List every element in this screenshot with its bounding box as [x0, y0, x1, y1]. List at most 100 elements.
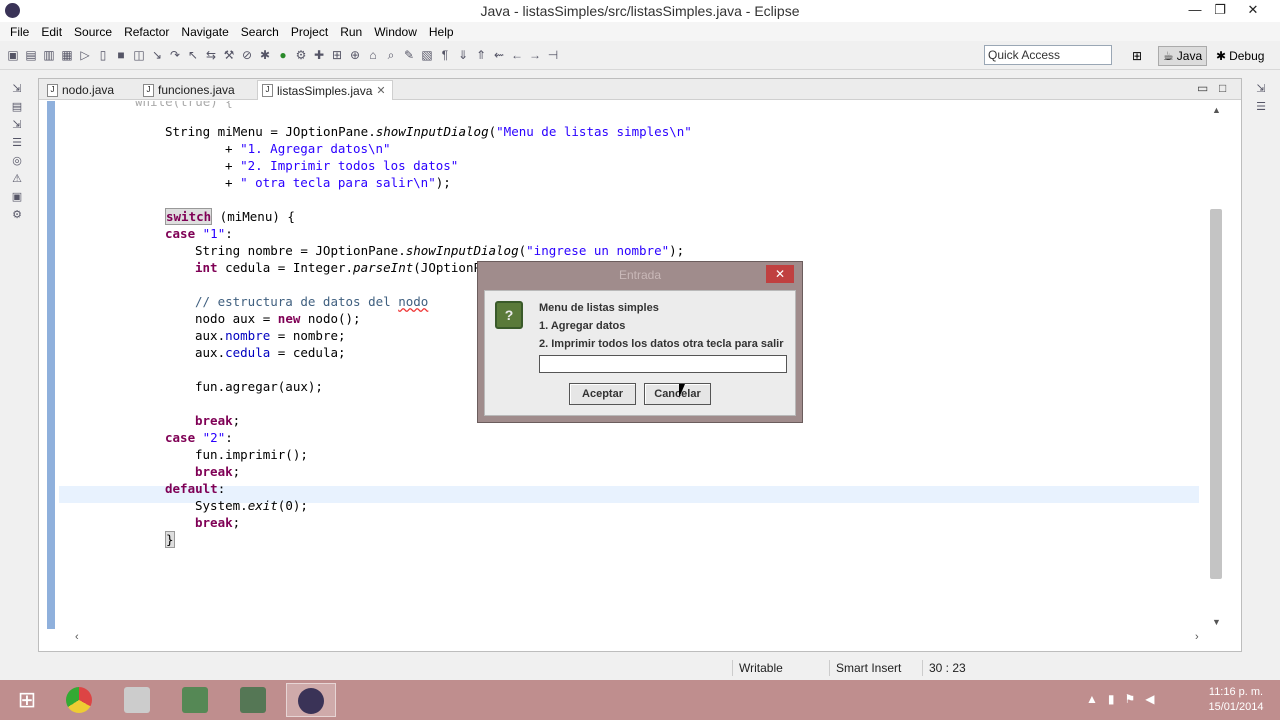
menu-source[interactable]: Source [68, 25, 118, 39]
new-class-icon[interactable]: ⊕ [348, 47, 362, 63]
menu-run[interactable]: Run [334, 25, 368, 39]
new-icon[interactable]: ▣ [6, 47, 20, 63]
close-window-button[interactable]: ✕ [1238, 0, 1268, 22]
save-all-icon[interactable]: ▥ [42, 47, 56, 63]
restore-icon[interactable]: ⇲ [10, 82, 24, 96]
pin-editor-icon[interactable]: ⊣ [546, 47, 560, 63]
notepad-icon[interactable] [112, 683, 162, 717]
eclipse-icon[interactable] [286, 683, 336, 717]
quick-access-input[interactable]: Quick Access [984, 45, 1112, 65]
windows-taskbar: ⊞ ▲ ▮ ⚑ ◀ 11:16 p. m. 15/01/2014 [0, 680, 1280, 720]
scroll-left-icon[interactable]: ‹ [75, 631, 79, 643]
menu-file[interactable]: File [4, 25, 35, 39]
new-java-project-icon[interactable]: ✚ [312, 47, 326, 63]
network-tray-icon[interactable]: ▮ [1108, 692, 1115, 706]
previous-annotation-icon[interactable]: ⇑ [474, 47, 488, 63]
scroll-down-icon[interactable]: ▼ [1212, 617, 1221, 627]
tab-funciones-java[interactable]: J funciones.java [139, 80, 235, 100]
console-icon[interactable]: ⚙ [10, 208, 24, 222]
next-annotation-icon[interactable]: ⇓ [456, 47, 470, 63]
pause-icon[interactable]: ▯ [96, 47, 110, 63]
back-icon[interactable]: ← [510, 47, 524, 63]
skip-breakpoints-icon[interactable]: ⊘ [240, 47, 254, 63]
close-tab-icon[interactable]: ✕ [376, 84, 385, 97]
vertical-scrollbar[interactable]: ▲ ▼ [1209, 101, 1223, 629]
perspective-debug-button[interactable]: ✱ Debug [1212, 46, 1268, 66]
input-dialog: Entrada ✕ ? Menu de listas simples 1. Ag… [477, 261, 803, 423]
problems-icon[interactable]: ⚠ [10, 172, 24, 186]
tab-listassimples-java[interactable]: J listasSimples.java ✕ [257, 80, 393, 100]
use-step-filters-icon[interactable]: ⚒ [222, 47, 236, 63]
code-line: case "1": [165, 226, 233, 241]
package-explorer-icon[interactable]: ▤ [10, 100, 24, 114]
maximize-editor-icon[interactable]: □ [1219, 81, 1226, 95]
restore-right-icon[interactable]: ⇲ [1254, 82, 1268, 96]
menu-edit[interactable]: Edit [35, 25, 68, 39]
code-line: break; [195, 515, 241, 530]
debug-perspective-icon: ✱ [1216, 49, 1227, 63]
dialog-close-button[interactable]: ✕ [766, 265, 794, 283]
mouse-pointer-icon [679, 384, 685, 398]
window-titlebar: Java - listasSimples/src/listasSimples.j… [0, 0, 1280, 22]
show-whitespace-icon[interactable]: ¶ [438, 47, 452, 63]
skip-icon[interactable]: ▷ [78, 47, 92, 63]
horizontal-scrollbar[interactable]: ‹ › [75, 631, 1205, 645]
dialog-message-line-2: 1. Agregar datos [539, 320, 626, 332]
open-perspective-icon[interactable]: ⊞ [1128, 46, 1146, 66]
dialog-text-input[interactable] [539, 355, 787, 373]
code-line: default: [165, 481, 226, 496]
forward-icon[interactable]: → [528, 47, 542, 63]
run-icon[interactable]: ● [276, 47, 290, 63]
drop-frame-icon[interactable]: ⇆ [204, 47, 218, 63]
maximize-button[interactable]: ❐ [1205, 0, 1235, 22]
external-tools-icon[interactable]: ⚙ [294, 47, 308, 63]
outline-right-icon[interactable]: ☰ [1254, 100, 1268, 114]
paint-icon[interactable] [228, 683, 278, 717]
menu-help[interactable]: Help [423, 25, 460, 39]
scroll-up-icon[interactable]: ▲ [1212, 105, 1221, 115]
disconnect-icon[interactable]: ◫ [132, 47, 146, 63]
menu-refactor[interactable]: Refactor [118, 25, 175, 39]
volume-icon[interactable]: ◀ [1145, 692, 1154, 706]
menu-navigate[interactable]: Navigate [175, 25, 234, 39]
network-icon[interactable] [170, 683, 220, 717]
scroll-right-icon[interactable]: › [1195, 631, 1199, 643]
status-bar: Writable Smart Insert 30 : 23 [0, 656, 1280, 680]
search-icon[interactable]: ⌕ [384, 47, 398, 63]
right-trim-stack: ⇲ ☰ [1246, 78, 1276, 198]
perspective-java-button[interactable]: ☕ Java [1158, 46, 1208, 66]
menu-search[interactable]: Search [235, 25, 285, 39]
toggle-mark-occurrences-icon[interactable]: ✎ [402, 47, 416, 63]
open-type-icon[interactable]: ⌂ [366, 47, 380, 63]
accept-button[interactable]: Aceptar [569, 383, 636, 405]
step-return-icon[interactable]: ↖ [186, 47, 200, 63]
menu-window[interactable]: Window [368, 25, 423, 39]
taskbar-clock[interactable]: 11:16 p. m. 15/01/2014 [1196, 685, 1276, 715]
chrome-icon[interactable] [54, 683, 104, 717]
cancel-button[interactable]: Cancelar [644, 383, 711, 405]
code-line: break; [195, 413, 241, 428]
scrollbar-thumb[interactable] [1210, 209, 1222, 579]
javadoc-icon[interactable]: ▣ [10, 190, 24, 204]
action-center-icon[interactable]: ⚑ [1125, 692, 1136, 706]
start-button[interactable]: ⊞ [8, 686, 46, 714]
last-edit-icon[interactable]: ⇜ [492, 47, 506, 63]
menu-project[interactable]: Project [285, 25, 334, 39]
type-hierarchy-icon[interactable]: ⇲ [10, 118, 24, 132]
stop-icon[interactable]: ■ [114, 47, 128, 63]
step-into-icon[interactable]: ↘ [150, 47, 164, 63]
print-icon[interactable]: ▦ [60, 47, 74, 63]
save-icon[interactable]: ▤ [24, 47, 38, 63]
step-over-icon[interactable]: ↷ [168, 47, 182, 63]
task-list-icon[interactable]: ◎ [10, 154, 24, 168]
new-package-icon[interactable]: ⊞ [330, 47, 344, 63]
question-icon: ? [495, 301, 523, 329]
editor-gutter [47, 101, 55, 629]
minimize-editor-icon[interactable]: ▭ [1197, 81, 1208, 95]
show-hidden-icons-icon[interactable]: ▲ [1086, 692, 1098, 706]
code-line: aux.cedula = cedula; [195, 345, 346, 360]
outline-icon[interactable]: ☰ [10, 136, 24, 150]
tab-nodo-java[interactable]: J nodo.java [43, 80, 114, 100]
debug-icon[interactable]: ✱ [258, 47, 272, 63]
toggle-block-selection-icon[interactable]: ▧ [420, 47, 434, 63]
